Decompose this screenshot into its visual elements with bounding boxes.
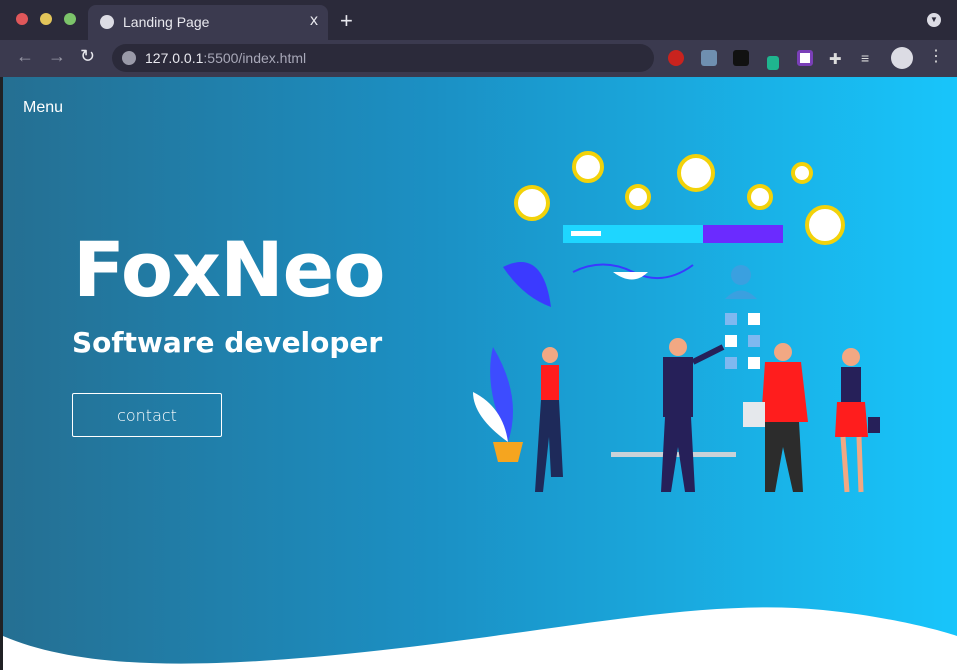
media-control-icon[interactable]: ≡ <box>861 50 877 66</box>
back-icon[interactable]: ← <box>16 46 34 67</box>
forward-icon[interactable]: → <box>48 46 66 67</box>
landing-page: Menu FoxNeo Software developer contact <box>3 77 957 670</box>
wave-divider <box>3 607 957 670</box>
profile-avatar[interactable] <box>891 47 913 69</box>
menu-link[interactable]: Menu <box>23 99 63 117</box>
contact-button[interactable]: contact <box>72 393 222 437</box>
search-extension-icon[interactable] <box>797 50 813 66</box>
team-illustration <box>473 151 880 493</box>
extensions-puzzle-icon[interactable]: ✚ <box>829 50 845 68</box>
tab-landing-page[interactable]: Landing Page x <box>88 5 328 40</box>
color-picker-extension-icon[interactable] <box>767 56 779 70</box>
extension-icon[interactable] <box>701 50 717 66</box>
url-path: :5500/index.html <box>203 50 307 66</box>
close-window-button[interactable] <box>16 13 28 25</box>
site-info-icon[interactable] <box>122 51 136 65</box>
page-subtitle: Software developer <box>72 326 383 359</box>
address-bar[interactable]: 127.0.0.1:5500/index.html <box>112 44 654 72</box>
page-title: FoxNeo <box>73 225 385 314</box>
maximize-window-button[interactable] <box>64 13 76 25</box>
tab-strip: Landing Page x + ▼ <box>0 0 957 40</box>
adblock-extension-icon[interactable] <box>668 50 684 66</box>
browser-menu-icon[interactable]: ⋮ <box>928 46 944 65</box>
globe-icon <box>100 15 114 29</box>
tab-title: Landing Page <box>123 14 210 30</box>
new-tab-button[interactable]: + <box>340 8 353 34</box>
minimize-window-button[interactable] <box>40 13 52 25</box>
url-host: 127.0.0.1 <box>145 50 204 66</box>
tab-search-icon[interactable]: ▼ <box>927 13 941 27</box>
tab-close-button[interactable]: x <box>310 12 318 30</box>
reload-icon[interactable]: ↻ <box>80 46 95 67</box>
browser-toolbar: ← → ↻ 127.0.0.1:5500/index.html ✚ ≡ ⋮ <box>0 40 957 77</box>
terminal-extension-icon[interactable] <box>733 50 749 66</box>
